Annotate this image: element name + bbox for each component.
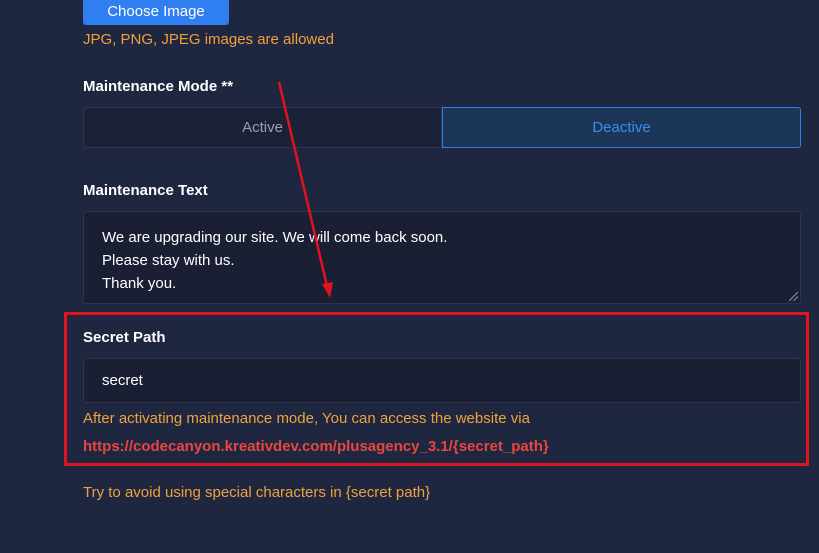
secret-path-input[interactable]: secret xyxy=(83,358,801,403)
maintenance-text-area[interactable]: We are upgrading our site. We will come … xyxy=(83,211,801,304)
maintenance-text-line: Thank you. xyxy=(102,275,177,292)
secret-path-label: Secret Path xyxy=(83,329,166,346)
maintenance-text-line: Please stay with us. xyxy=(102,252,235,269)
image-format-hint: JPG, PNG, JPEG images are allowed xyxy=(83,31,334,48)
special-characters-warning: Try to avoid using special characters in… xyxy=(83,484,431,501)
maintenance-mode-label: Maintenance Mode ** xyxy=(83,78,234,95)
mode-option-active[interactable]: Active xyxy=(83,107,442,148)
maintenance-text-label: Maintenance Text xyxy=(83,182,208,199)
settings-page: Choose Image JPG, PNG, JPEG images are a… xyxy=(0,0,819,553)
resize-handle-icon[interactable] xyxy=(789,292,798,301)
secret-path-url-link[interactable]: https://codecanyon.kreativdev.com/plusag… xyxy=(83,438,549,455)
secret-path-note: After activating maintenance mode, You c… xyxy=(83,410,530,427)
maintenance-mode-toggle: Active Deactive xyxy=(83,107,801,148)
maintenance-text-line: We are upgrading our site. We will come … xyxy=(102,229,448,246)
choose-image-button[interactable]: Choose Image xyxy=(83,0,229,25)
mode-option-deactive[interactable]: Deactive xyxy=(442,107,801,148)
